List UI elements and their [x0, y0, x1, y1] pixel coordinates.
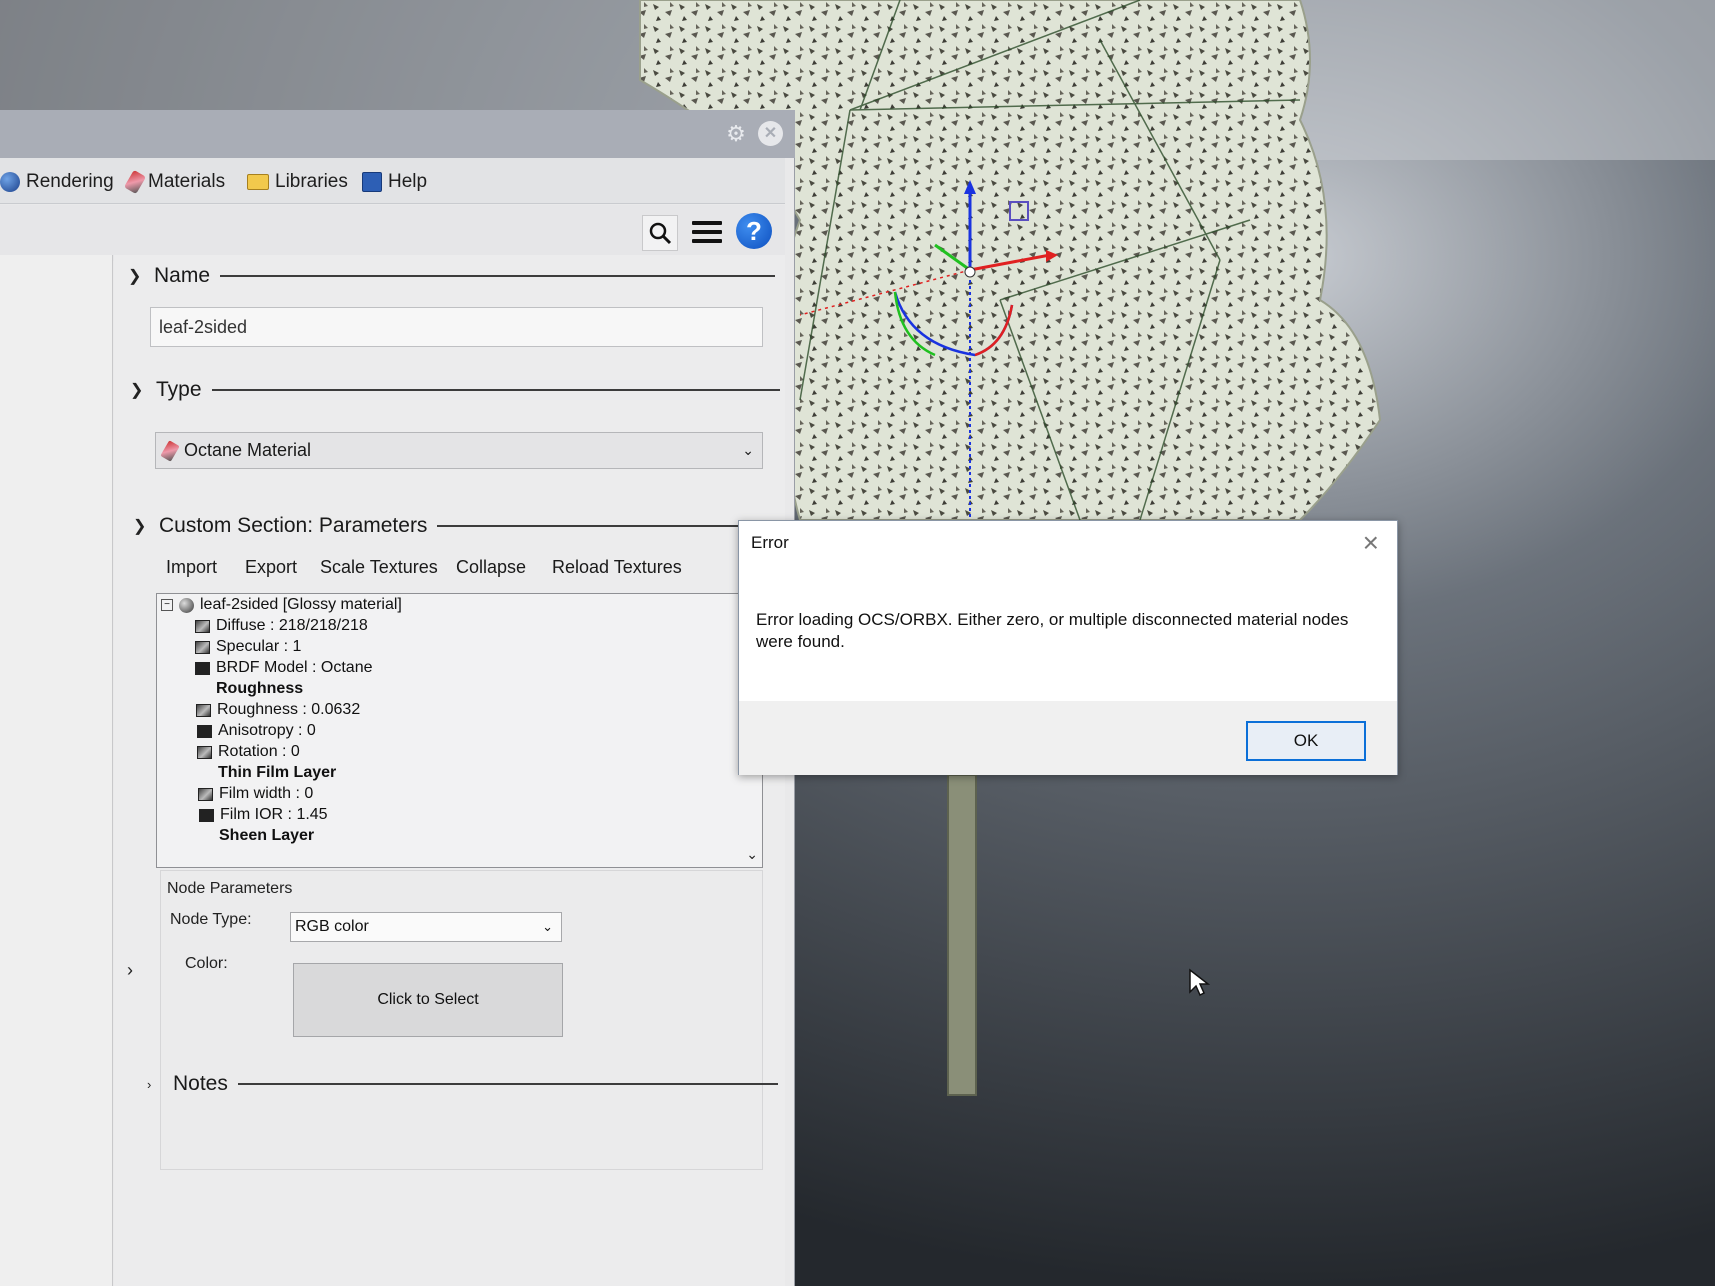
tab-help[interactable]: Help: [362, 168, 427, 196]
collapse-button[interactable]: Collapse: [456, 557, 526, 578]
tab-label: Materials: [148, 171, 226, 192]
gear-icon[interactable]: ⚙: [724, 122, 748, 146]
tree-row[interactable]: Anisotropy : 0: [197, 720, 316, 742]
tree-row-label: Roughness : 0.0632: [217, 701, 361, 718]
tab-label: Libraries: [275, 171, 348, 192]
tab-materials[interactable]: Materials: [123, 168, 226, 196]
node-icon: [197, 745, 212, 759]
tree-row-group[interactable]: Roughness: [216, 678, 303, 700]
tree-row-label: Anisotropy : 0: [218, 722, 316, 739]
divider: [211, 389, 780, 391]
materials-icon: [123, 169, 147, 195]
tree-row-group[interactable]: Sheen Layer: [219, 825, 314, 847]
dialog-title: Error: [751, 533, 789, 552]
section-name-header[interactable]: ❯ Name: [128, 264, 776, 288]
node-type-label: Node Type:: [170, 911, 252, 928]
menu-icon[interactable]: [690, 217, 724, 247]
node-type-select[interactable]: RGB color ⌄: [290, 912, 562, 942]
chevron-down-icon: ❯: [128, 268, 142, 285]
section-title: Type: [156, 378, 202, 401]
help-book-icon: [362, 172, 382, 192]
node-icon: [195, 661, 210, 675]
divider: [237, 1083, 778, 1085]
section-type-header[interactable]: ❯ Type: [130, 378, 780, 402]
section-custom-header[interactable]: ❯ Custom Section: Parameters: [133, 514, 778, 538]
chevron-down-icon[interactable]: ⌄: [746, 846, 758, 863]
chevron-down-icon: ⌄: [542, 919, 553, 934]
expand-arrow-icon[interactable]: ›: [127, 960, 133, 981]
error-dialog: Error × Error loading OCS/ORBX. Either z…: [738, 520, 1398, 775]
node-icon: [198, 787, 213, 801]
tree-row-root[interactable]: − leaf-2sided [Glossy material]: [161, 594, 402, 616]
node-icon: [199, 808, 214, 822]
section-title: Custom Section: Parameters: [159, 514, 428, 537]
section-notes-header[interactable]: › Notes: [147, 1072, 778, 1096]
tree-row[interactable]: Roughness : 0.0632: [196, 699, 360, 721]
material-node-tree[interactable]: − leaf-2sided [Glossy material] Diffuse …: [156, 593, 763, 868]
sphere-icon: [179, 597, 194, 613]
octane-material-icon: [160, 439, 180, 462]
tree-row[interactable]: BRDF Model : Octane: [195, 657, 373, 679]
tab-bar: Rendering Materials Libraries Help: [0, 158, 785, 204]
tree-row-label: Diffuse : 218/218/218: [216, 617, 368, 634]
section-title: Notes: [173, 1072, 228, 1095]
left-sidebar: [0, 255, 113, 1286]
tree-group-label: Thin Film Layer: [218, 764, 337, 781]
chevron-right-icon: ›: [147, 1076, 152, 1092]
type-select[interactable]: Octane Material ⌄: [155, 432, 763, 469]
color-label: Color:: [185, 955, 228, 972]
tree-row[interactable]: Diffuse : 218/218/218: [195, 615, 368, 637]
tree-row[interactable]: Specular : 1: [195, 636, 301, 658]
collapse-toggle-icon[interactable]: −: [161, 599, 173, 611]
node-icon: [196, 703, 211, 717]
tree-row-group[interactable]: Thin Film Layer: [218, 762, 336, 784]
reload-textures-button[interactable]: Reload Textures: [552, 557, 682, 578]
error-message: Error loading OCS/ORBX. Either zero, or …: [756, 610, 1349, 651]
mouse-cursor-icon: [1189, 968, 1210, 997]
tree-row-label: BRDF Model : Octane: [216, 659, 373, 676]
tree-row[interactable]: Film IOR : 1.45: [199, 804, 328, 826]
type-select-value: Octane Material: [184, 440, 312, 460]
name-input[interactable]: [150, 307, 763, 347]
tree-trunk: [947, 774, 977, 1096]
tree-row-label: Film IOR : 1.45: [220, 806, 328, 823]
tree-row-label: Film width : 0: [219, 785, 314, 802]
node-parameters-title: Node Parameters: [167, 880, 293, 897]
folder-icon: [247, 174, 269, 190]
node-icon: [197, 724, 212, 738]
tab-label: Rendering: [26, 171, 114, 192]
node-icon: [195, 619, 210, 633]
tree-group-label: Sheen Layer: [219, 827, 315, 844]
panel-titlebar[interactable]: ⚙ ✕: [0, 110, 795, 158]
chevron-down-icon: ❯: [133, 518, 147, 535]
tree-row[interactable]: Rotation : 0: [197, 741, 300, 763]
close-icon[interactable]: ✕: [758, 121, 783, 146]
divider: [220, 275, 776, 277]
ok-button[interactable]: OK: [1246, 721, 1366, 761]
tree-row-label: Specular : 1: [216, 638, 302, 655]
node-type-value: RGB color: [295, 918, 369, 935]
divider: [437, 525, 778, 527]
export-button[interactable]: Export: [245, 557, 297, 578]
tree-row[interactable]: Film width : 0: [198, 783, 313, 805]
tree-row-label: leaf-2sided [Glossy material]: [200, 596, 402, 613]
rendering-icon: [0, 172, 20, 192]
node-icon: [195, 640, 210, 654]
search-icon[interactable]: [642, 215, 678, 251]
import-button[interactable]: Import: [166, 557, 217, 578]
section-title: Name: [154, 264, 211, 287]
scale-textures-button[interactable]: Scale Textures: [320, 557, 438, 578]
help-icon[interactable]: ?: [736, 213, 772, 249]
tree-row-label: Rotation : 0: [218, 743, 300, 760]
tab-label: Help: [388, 171, 428, 192]
material-panel: ⚙ ✕ Rendering Materials Libraries Help ?…: [0, 110, 795, 1286]
color-select-button[interactable]: Click to Select: [293, 963, 563, 1037]
chevron-down-icon: ❯: [130, 382, 144, 399]
chevron-down-icon: ⌄: [742, 442, 754, 458]
tab-libraries[interactable]: Libraries: [247, 168, 348, 196]
tab-rendering[interactable]: Rendering: [0, 168, 114, 196]
tree-group-label: Roughness: [216, 680, 304, 697]
close-icon[interactable]: ×: [1363, 527, 1379, 559]
toolbar: ?: [0, 205, 785, 261]
